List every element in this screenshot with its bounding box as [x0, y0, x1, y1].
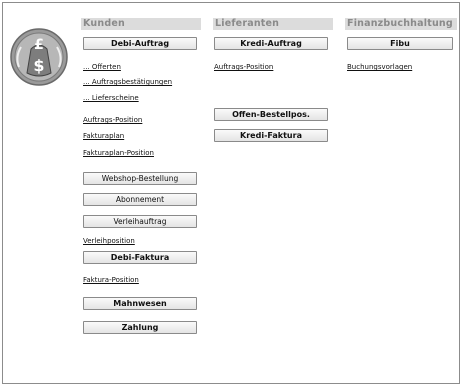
module-panel: £ $ Kunden Lieferanten Finanzbuchhaltung… — [2, 2, 460, 384]
fakturaplan-position-link[interactable]: Fakturaplan-Position — [83, 149, 154, 158]
auftrags-position-link[interactable]: Auftrags-Position — [83, 116, 142, 125]
lieferanten-auftrags-position-link[interactable]: Auftrags-Position — [214, 63, 273, 72]
zahlung-button[interactable]: Zahlung — [83, 321, 197, 334]
kredi-faktura-button[interactable]: Kredi-Faktura — [214, 129, 328, 142]
money-bag-laurel-icon: £ $ — [10, 28, 68, 86]
mahnwesen-button[interactable]: Mahnwesen — [83, 297, 197, 310]
webshop-bestellung-button[interactable]: Webshop-Bestellung — [83, 172, 197, 185]
lieferanten-header: Lieferanten — [213, 18, 333, 30]
verleihauftrag-button[interactable]: Verleihauftrag — [83, 215, 197, 228]
debi-faktura-button[interactable]: Debi-Faktura — [83, 251, 197, 264]
auftragsbestaetigungen-link[interactable]: ... Auftragsbestätigungen — [83, 78, 172, 87]
svg-text:£: £ — [34, 37, 44, 53]
offen-bestellpos-button[interactable]: Offen-Bestellpos. — [214, 108, 328, 121]
finanzbuchhaltung-header: Finanzbuchhaltung — [345, 18, 457, 30]
fibu-button[interactable]: Fibu — [347, 37, 453, 50]
svg-text:$: $ — [33, 56, 44, 75]
offerten-link[interactable]: ... Offerten — [83, 63, 121, 72]
fakturaplan-link[interactable]: Fakturaplan — [83, 132, 124, 141]
kredi-auftrag-button[interactable]: Kredi-Auftrag — [214, 37, 328, 50]
debi-auftrag-button[interactable]: Debi-Auftrag — [83, 37, 197, 50]
faktura-position-link[interactable]: Faktura-Position — [83, 276, 139, 285]
buchungsvorlagen-link[interactable]: Buchungsvorlagen — [347, 63, 412, 72]
abonnement-button[interactable]: Abonnement — [83, 193, 197, 206]
lieferscheine-link[interactable]: ... Lieferscheine — [83, 94, 139, 103]
verleihposition-link[interactable]: Verleihposition — [83, 237, 135, 246]
kunden-header: Kunden — [81, 18, 201, 30]
